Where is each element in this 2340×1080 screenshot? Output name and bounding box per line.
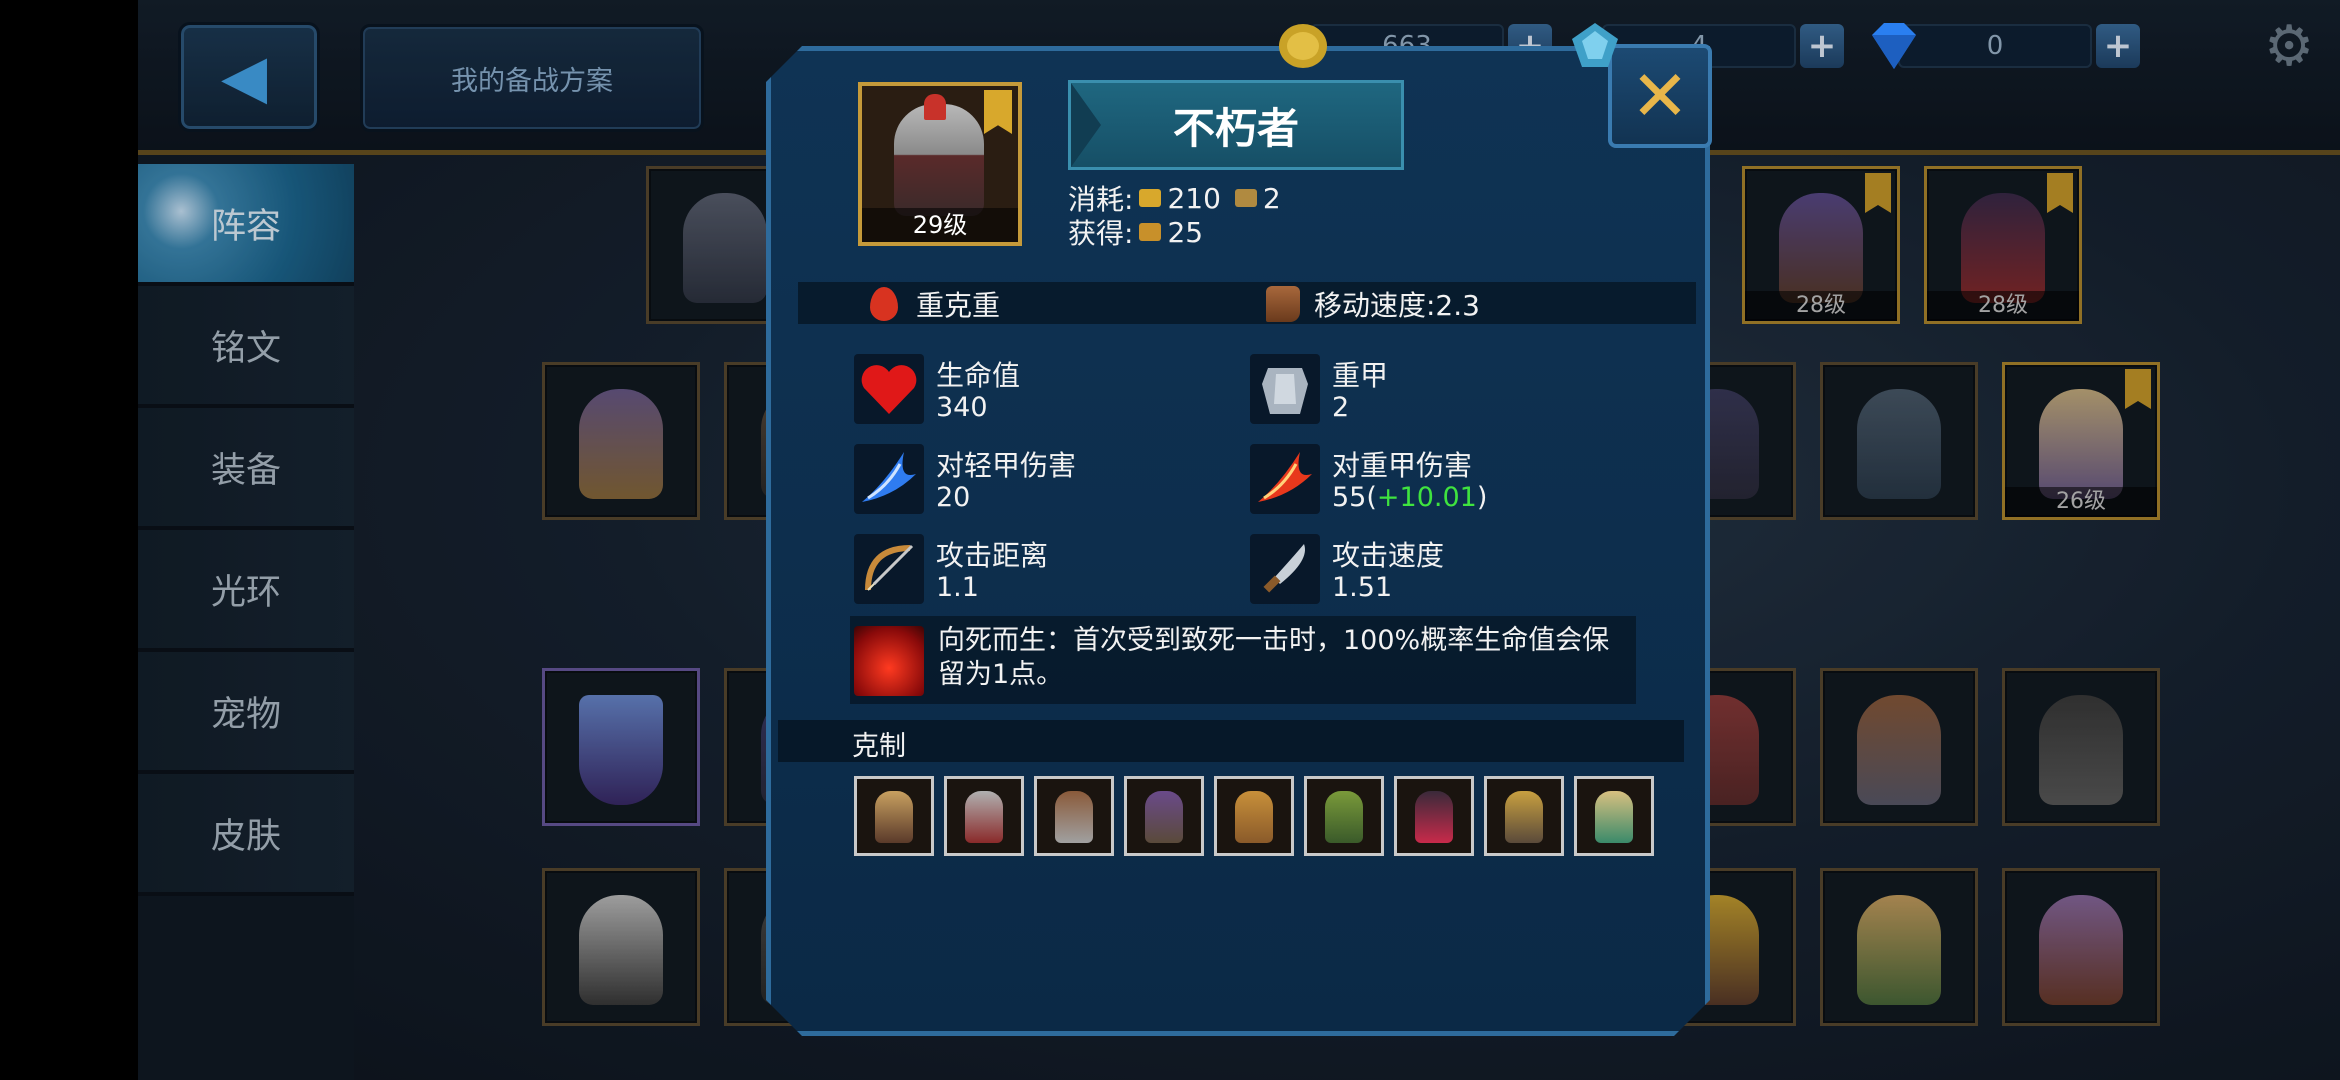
move-speed-row: 移动速度:2.3 — [1266, 284, 1480, 324]
knight-avatar — [894, 104, 984, 216]
stat-armor: 重甲 2 — [1250, 350, 1630, 432]
stat-value: 340 — [936, 392, 988, 423]
reward-icon — [1139, 223, 1162, 241]
close-icon: ✕ — [1630, 55, 1690, 137]
stat-label: 对轻甲伤害 — [936, 449, 1077, 482]
unit-name-plate: 不朽者 — [1068, 80, 1404, 170]
gain-row: 获得: 25 — [1068, 212, 1203, 252]
portrait-level: 29级 — [862, 208, 1018, 242]
blue-slash-icon — [854, 444, 924, 514]
gain-value: 25 — [1167, 215, 1204, 249]
counter-unit[interactable] — [854, 776, 934, 856]
blood-drop-icon — [870, 287, 898, 321]
counter-unit[interactable] — [1214, 776, 1294, 856]
counter-unit[interactable] — [1124, 776, 1204, 856]
counter-unit[interactable] — [1034, 776, 1114, 856]
armor-class-row: 重克重 — [870, 284, 1000, 324]
stat-label: 攻击距离 — [936, 539, 1049, 572]
stat-value-base: 55( — [1332, 482, 1377, 513]
counter-unit[interactable] — [1394, 776, 1474, 856]
heart-icon — [854, 354, 924, 424]
dagger-icon — [1250, 534, 1320, 604]
stat-attack-range: 攻击距离 1.1 — [854, 530, 1234, 612]
counter-unit[interactable] — [944, 776, 1024, 856]
stat-label: 重甲 — [1332, 359, 1389, 392]
counter-title: 克制 — [852, 731, 906, 762]
rank-flag-icon — [984, 90, 1012, 134]
stat-label: 攻击速度 — [1332, 539, 1445, 572]
blood-skill-icon — [854, 626, 924, 696]
stat-value-close: ) — [1476, 482, 1488, 513]
stat-attack-speed: 攻击速度 1.51 — [1250, 530, 1630, 612]
chevron-icon — [1071, 83, 1101, 167]
counter-header-bar — [778, 720, 1684, 762]
stat-heavy-damage: 对重甲伤害 55(+10.01) — [1250, 440, 1630, 522]
counter-unit[interactable] — [1574, 776, 1654, 856]
stat-label: 生命值 — [936, 359, 1021, 392]
boot-icon — [1266, 286, 1300, 322]
counter-unit-list — [854, 776, 1654, 856]
gain-label: 获得: — [1068, 217, 1134, 250]
stat-value: 55(+10.01) — [1332, 482, 1487, 513]
stat-value: 20 — [936, 482, 971, 513]
counter-unit[interactable] — [1484, 776, 1564, 856]
move-speed-text: 移动速度:2.3 — [1314, 289, 1480, 322]
stat-light-damage: 对轻甲伤害 20 — [854, 440, 1234, 522]
bow-icon — [854, 534, 924, 604]
unit-portrait: 29级 — [858, 82, 1022, 246]
stat-label: 对重甲伤害 — [1332, 449, 1473, 482]
population-icon — [1234, 189, 1257, 207]
stat-value: 2 — [1332, 392, 1350, 423]
blue-gem-icon — [1568, 21, 1622, 71]
fire-slash-icon — [1250, 444, 1320, 514]
skill-row: 向死而生：首次受到致死一击时，100%概率生命值会保留为1点。 — [850, 616, 1636, 704]
helmet-plume — [924, 94, 946, 120]
counter-unit[interactable] — [1304, 776, 1384, 856]
cost-gold: 210 — [1167, 181, 1221, 215]
stat-value: 1.51 — [1332, 572, 1393, 603]
armor-icon — [1250, 354, 1320, 424]
skill-description: 向死而生：首次受到致死一击时，100%概率生命值会保留为1点。 — [938, 625, 1610, 690]
cost-population: 2 — [1262, 181, 1281, 215]
armor-class-text: 重克重 — [916, 289, 1001, 322]
close-button[interactable]: ✕ — [1608, 44, 1712, 148]
diamond-icon — [1864, 21, 1918, 71]
gold-coin-icon — [1276, 21, 1330, 71]
stat-hp: 生命值 340 — [854, 350, 1234, 432]
unit-name: 不朽者 — [1172, 103, 1299, 153]
gold-icon — [1139, 189, 1162, 207]
stat-bonus: +10.01 — [1376, 482, 1477, 513]
stat-value: 1.1 — [936, 572, 979, 603]
